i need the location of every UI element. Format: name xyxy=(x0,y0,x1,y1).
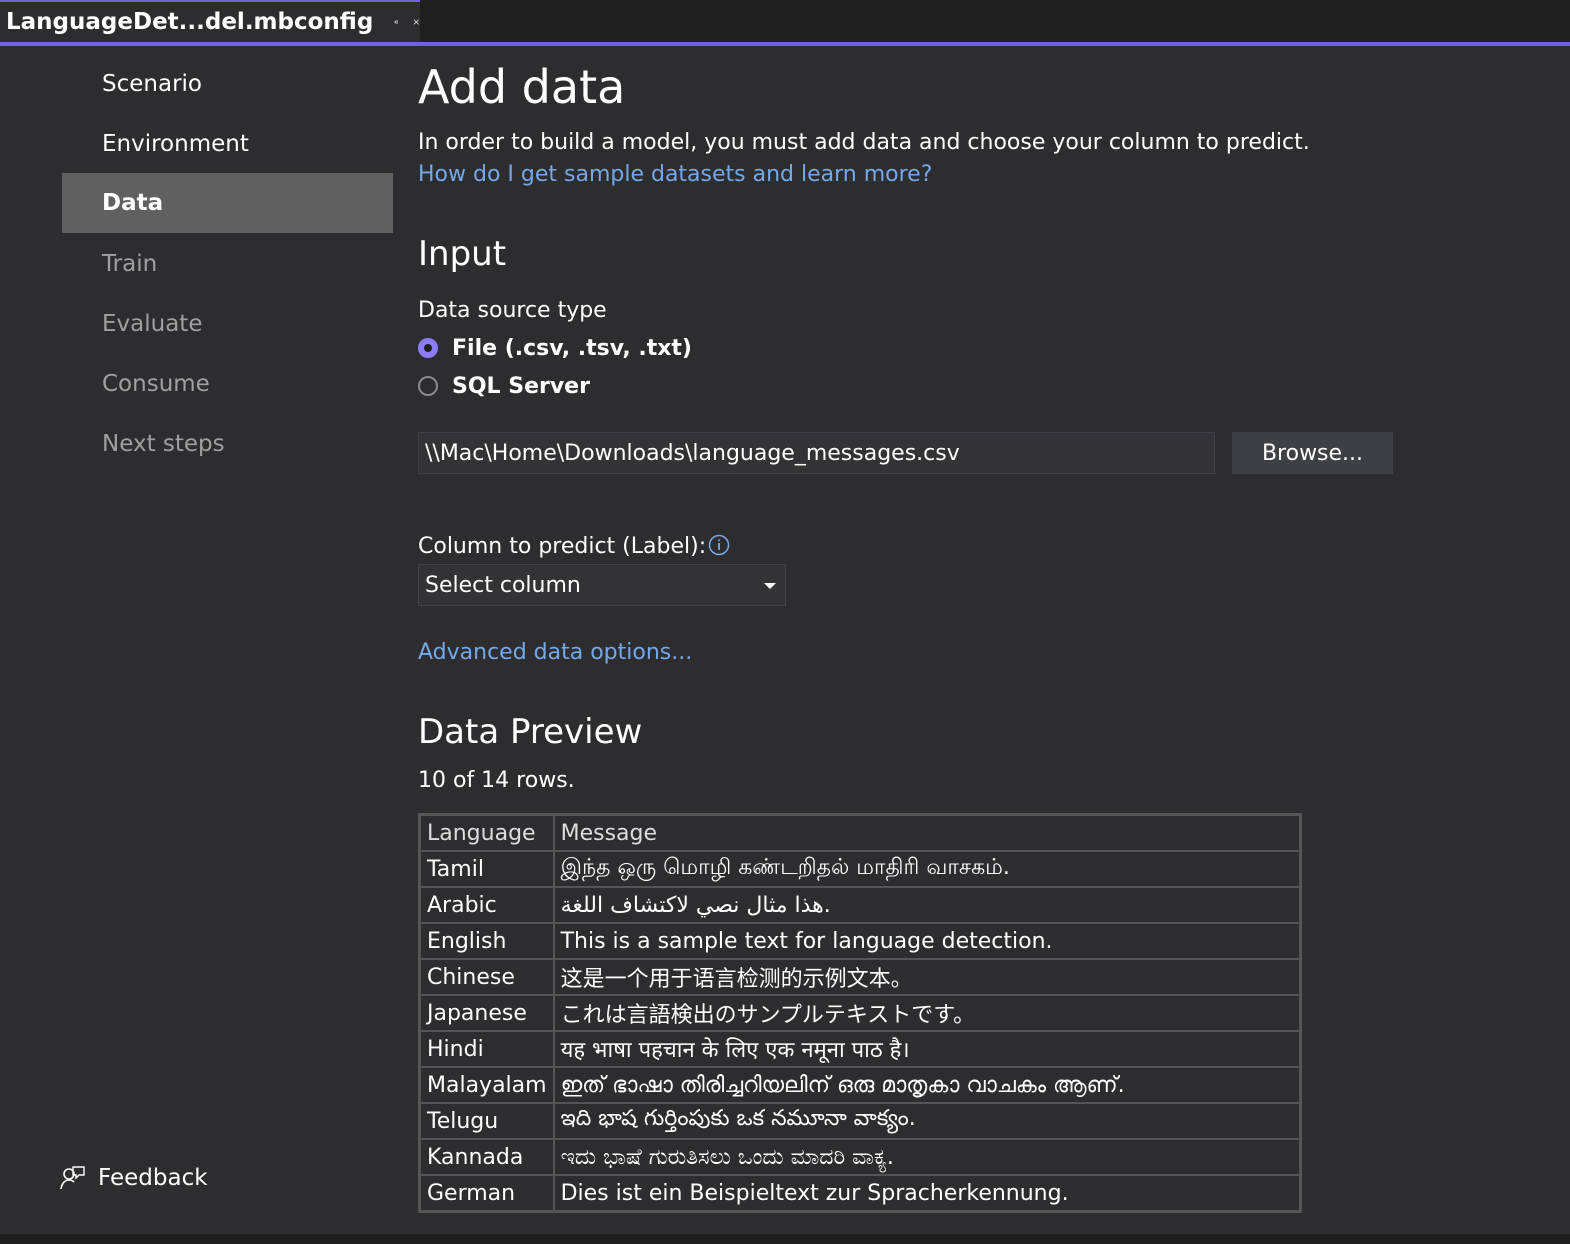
close-icon[interactable] xyxy=(413,11,420,33)
table-row: Arabic هذا مثال نصي لاكتشاف اللغة. xyxy=(418,886,1302,924)
nav-item-consume[interactable]: Consume xyxy=(62,354,393,414)
file-path-input[interactable] xyxy=(418,432,1215,474)
cell-message: 这是一个用于语言检测的示例文本。 xyxy=(552,958,1302,996)
cell-message: यह भाषा पहचान के लिए एक नमूना पाठ है। xyxy=(552,1030,1302,1068)
cell-message: This is a sample text for language detec… xyxy=(552,922,1302,960)
data-source-type-label: Data source type xyxy=(418,298,607,323)
table-row: English This is a sample text for langua… xyxy=(418,922,1302,960)
cell-message: இந்த ஒரு மொழி கண்டறிதல் மாதிரி வாசகம். xyxy=(552,850,1302,888)
page-description: In order to build a model, you must add … xyxy=(418,130,1310,155)
table-row: Kannada ಇದು ಭಾಷೆ ಗುರುತಿಸಲು ಒಂದು ಮಾದರಿ ವಾ… xyxy=(418,1138,1302,1176)
feedback-label: Feedback xyxy=(98,1165,208,1191)
radio-sql-label: SQL Server xyxy=(452,373,590,399)
cell-message: هذا مثال نصي لاكتشاف اللغة. xyxy=(552,886,1302,924)
radio-file-label: File (.csv, .tsv, .txt) xyxy=(452,335,692,361)
table-header-row: Language Message xyxy=(418,813,1302,852)
nav-item-scenario[interactable]: Scenario xyxy=(62,54,393,114)
feedback-icon xyxy=(60,1166,85,1190)
nav-item-label: Consume xyxy=(102,371,210,397)
nav-item-label: Train xyxy=(102,251,158,277)
row-count: 10 of 14 rows. xyxy=(418,768,575,793)
cell-language: German xyxy=(418,1174,555,1213)
browse-button[interactable]: Browse... xyxy=(1232,432,1393,474)
cell-language: Malayalam xyxy=(418,1066,555,1104)
cell-message: これは言語検出のサンプルテキストです。 xyxy=(552,994,1302,1032)
table-row: Malayalam ഇത് ഭാഷാ തിരിച്ചറിയലിന് ഒരു മാ… xyxy=(418,1066,1302,1104)
nav-item-next-steps[interactable]: Next steps xyxy=(62,414,393,474)
column-select-dropdown[interactable]: Select column xyxy=(418,564,786,606)
column-select-value: Select column xyxy=(425,572,581,598)
nav-item-environment[interactable]: Environment xyxy=(62,114,393,174)
table-row: Chinese 这是一个用于语言检测的示例文本。 xyxy=(418,958,1302,996)
column-to-predict-label: Column to predict (Label): xyxy=(418,534,730,559)
table-row: Telugu ఇది భాష గుర్తింపుకు ఒక నమూనా వాక్… xyxy=(418,1102,1302,1140)
nav-item-data[interactable]: Data xyxy=(62,173,393,233)
cell-message: ഇത് ഭാഷാ തിരിച്ചറിയലിന് ഒരു മാതൃകാ വാചകം… xyxy=(552,1066,1302,1104)
input-heading: Input xyxy=(418,234,507,274)
page-title: Add data xyxy=(418,60,626,114)
data-preview-heading: Data Preview xyxy=(418,712,643,752)
model-builder-content: Scenario Environment Data Train Evaluate… xyxy=(0,46,1570,1234)
cell-message: ಇದು ಭಾಷೆ ಗುರುತಿಸಲು ಒಂದು ಮಾದರಿ ವಾಕ್ಯ. xyxy=(552,1138,1302,1176)
cell-language: Japanese xyxy=(418,994,555,1032)
cell-language: Tamil xyxy=(418,850,555,888)
table-row: German Dies ist ein Beispieltext zur Spr… xyxy=(418,1174,1302,1213)
table-row: Hindi यह भाषा पहचान के लिए एक नमूना पाठ … xyxy=(418,1030,1302,1068)
advanced-data-options-link[interactable]: Advanced data options... xyxy=(418,640,692,665)
data-preview-table: Language Message Tamil இந்த ஒரு மொழி கண்… xyxy=(418,813,1302,1213)
table-row: Japanese これは言語検出のサンプルテキストです。 xyxy=(418,994,1302,1032)
info-icon[interactable] xyxy=(708,534,730,556)
cell-language: Arabic xyxy=(418,886,555,924)
radio-button-selected[interactable] xyxy=(418,338,438,358)
table-row: Tamil இந்த ஒரு மொழி கண்டறிதல் மாதிரி வாச… xyxy=(418,850,1302,888)
cell-language: English xyxy=(418,922,555,960)
nav-item-label: Environment xyxy=(102,131,249,157)
nav-item-label: Evaluate xyxy=(102,311,203,337)
cell-language: Kannada xyxy=(418,1138,555,1176)
radio-sql-server[interactable]: SQL Server xyxy=(418,371,590,401)
nav-item-evaluate[interactable]: Evaluate xyxy=(62,294,393,354)
document-tab[interactable]: LanguageDet...del.mbconfig xyxy=(0,0,420,42)
nav-item-label: Scenario xyxy=(102,71,202,97)
radio-button-unselected[interactable] xyxy=(418,376,438,396)
cell-message: Dies ist ein Beispieltext zur Spracherke… xyxy=(552,1174,1302,1213)
tab-title: LanguageDet...del.mbconfig xyxy=(6,9,374,35)
cell-message: ఇది భాష గుర్తింపుకు ఒక నమూనా వాక్యం. xyxy=(552,1102,1302,1140)
radio-file[interactable]: File (.csv, .tsv, .txt) xyxy=(418,333,692,363)
nav-item-label: Data xyxy=(102,190,164,216)
document-tab-bar: LanguageDet...del.mbconfig xyxy=(0,0,1570,42)
nav-item-label: Next steps xyxy=(102,431,225,457)
column-header-language: Language xyxy=(418,813,555,852)
column-header-message: Message xyxy=(552,813,1302,852)
cell-language: Telugu xyxy=(418,1102,555,1140)
feedback-button[interactable]: Feedback xyxy=(58,1158,208,1198)
nav-item-train[interactable]: Train xyxy=(62,234,393,294)
bottom-edge xyxy=(0,1234,1570,1244)
cell-language: Chinese xyxy=(418,958,555,996)
sample-datasets-link[interactable]: How do I get sample datasets and learn m… xyxy=(418,162,932,187)
column-to-predict-text: Column to predict (Label): xyxy=(418,534,707,559)
cell-language: Hindi xyxy=(418,1030,555,1068)
pin-icon[interactable] xyxy=(393,12,399,32)
chevron-down-icon xyxy=(764,583,776,589)
